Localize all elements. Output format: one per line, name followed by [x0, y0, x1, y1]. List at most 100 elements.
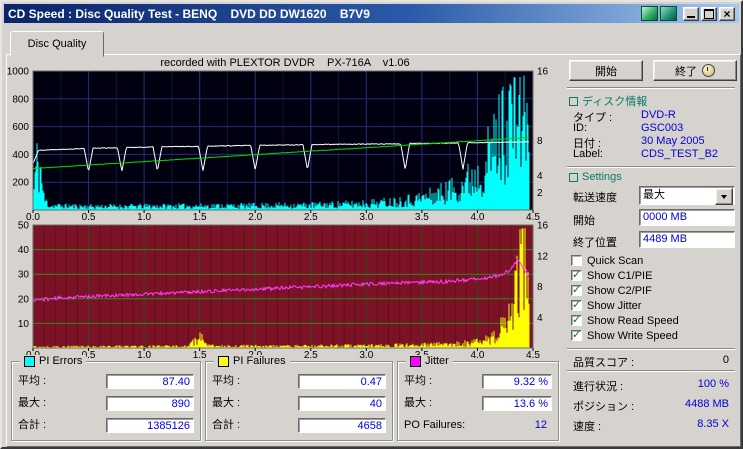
- svg-text:2.5: 2.5: [304, 350, 318, 361]
- maximize-button[interactable]: [701, 6, 717, 21]
- transfer-rate-select[interactable]: 最大: [639, 186, 735, 205]
- stat-row: 合計 : 1385126: [12, 418, 200, 440]
- speed-value: 8.35 X: [697, 418, 729, 430]
- titlebar-controls: ×: [641, 6, 735, 21]
- tab-disc-quality[interactable]: Disc Quality: [10, 31, 104, 57]
- chevron-down-icon: [721, 194, 727, 199]
- panel-title: Jitter: [425, 355, 449, 367]
- stat-row: 最大 : 40: [206, 396, 392, 418]
- svg-text:10: 10: [18, 319, 30, 330]
- graph-icon[interactable]: [641, 6, 658, 21]
- disc-icon[interactable]: [660, 6, 677, 21]
- checkbox-box[interactable]: [571, 313, 582, 326]
- stat-row: 平均 : 87.40: [12, 374, 200, 396]
- disc-info-header: ディスク情報: [569, 93, 647, 109]
- checkbox-box[interactable]: [571, 255, 582, 266]
- pi-failures-panel: PI Failures 平均 : 0.47 最大 : 40 合計 : 4658: [205, 355, 393, 441]
- start-position-field[interactable]: 0000 MB: [639, 209, 735, 226]
- jitter-panel: Jitter 平均 : 9.32 % 最大 : 13.6 % PO Failures…: [397, 355, 559, 441]
- pi-errors-panel: PI Errors 平均 : 87.40 最大 : 890 合計 : 1385126: [11, 355, 201, 441]
- disc-id-value: GSC003: [641, 122, 684, 134]
- maximize-icon: [704, 8, 714, 19]
- stat-label: 平均 :: [404, 375, 433, 387]
- exit-button[interactable]: 終了: [653, 60, 737, 81]
- stat-value: 1385126: [106, 418, 194, 433]
- close-icon: ×: [723, 6, 731, 21]
- checkbox-show-jitter[interactable]: Show Jitter: [571, 298, 641, 312]
- dropdown-button[interactable]: [715, 188, 733, 205]
- end-position-field[interactable]: 4489 MB: [639, 231, 735, 248]
- pi-errors-swatch: [24, 355, 35, 367]
- svg-text:12: 12: [537, 251, 549, 262]
- transfer-rate-value: 最大: [643, 189, 665, 201]
- speed-label: 速度 :: [573, 421, 602, 433]
- checkbox-box[interactable]: [571, 328, 582, 341]
- checkbox-quick-scan[interactable]: Quick Scan: [571, 254, 643, 267]
- panel-title: PI Failures: [233, 355, 286, 367]
- svg-text:400: 400: [12, 150, 29, 161]
- stat-row: 平均 : 9.32 %: [398, 374, 558, 396]
- start-button-label: 開始: [595, 65, 617, 78]
- section-icon: [569, 172, 578, 182]
- progress-label: 進行状況 :: [573, 381, 624, 393]
- stat-row: 最大 : 13.6 %: [398, 396, 558, 418]
- right-panel: 開始 終了 ディスク情報 タイプ : DVD-R ID: GSC003 日付 :…: [563, 55, 740, 446]
- stat-label: 合計 :: [212, 419, 241, 431]
- settings-header: Settings: [569, 171, 622, 183]
- quality-score-label: 品質スコア :: [573, 357, 635, 369]
- stat-label: 最大 :: [18, 397, 47, 409]
- jitter-swatch: [410, 355, 421, 367]
- progress-value: 100 %: [697, 378, 729, 390]
- svg-text:600: 600: [12, 122, 29, 133]
- start-position-label: 開始: [573, 215, 595, 227]
- start-button[interactable]: 開始: [569, 60, 643, 81]
- svg-text:8: 8: [537, 282, 543, 293]
- stat-value: 40: [298, 396, 386, 411]
- svg-text:200: 200: [12, 178, 29, 189]
- tab-label: Disc Quality: [27, 38, 87, 50]
- svg-text:4.5: 4.5: [526, 350, 540, 361]
- minimize-icon: [687, 16, 695, 18]
- quality-chart-bottom: 50403020101612840.00.51.01.52.02.53.03.5…: [18, 221, 549, 361]
- stat-value: 890: [106, 396, 194, 411]
- titlebar[interactable]: CD Speed : Disc Quality Test - BENQ DVD …: [4, 4, 739, 23]
- disc-label-label: Label:: [573, 148, 603, 160]
- section-icon: [569, 96, 578, 106]
- checkbox-show-c2-pif[interactable]: Show C2/PIF: [571, 283, 652, 297]
- quality-chart-top: 1000800600400200168420.0 0.5 1.0 1.5 2.0 2.5 3…: [7, 67, 549, 223]
- stat-value: 4658: [298, 418, 386, 433]
- panel-title: PI Errors: [39, 355, 83, 367]
- position-label: ポジション :: [573, 401, 635, 413]
- stat-label: 平均 :: [212, 375, 241, 387]
- close-button[interactable]: ×: [719, 6, 735, 21]
- svg-text:50: 50: [18, 221, 30, 232]
- stat-value: 87.40: [106, 374, 194, 389]
- checkbox-box[interactable]: [571, 298, 582, 311]
- checkbox-box[interactable]: [571, 268, 582, 281]
- checkbox-label: Show C1/PIE: [587, 269, 653, 282]
- stat-label: PO Failures:: [404, 419, 466, 431]
- po-failures-value: 12: [534, 419, 547, 431]
- stat-value: 13.6 %: [482, 396, 552, 411]
- checkbox-show-write-speed[interactable]: Show Write Speed: [571, 328, 678, 342]
- disc-date-value: 30 May 2005: [641, 135, 705, 147]
- checkbox-show-read-speed[interactable]: Show Read Speed: [571, 313, 679, 327]
- checkbox-box[interactable]: [571, 283, 582, 296]
- window-title: CD Speed : Disc Quality Test - BENQ DVD …: [8, 6, 370, 21]
- pi-failures-swatch: [218, 355, 229, 367]
- checkbox-show-c1-pie[interactable]: Show C1/PIE: [571, 268, 653, 282]
- end-position-label: 終了位置: [573, 237, 617, 249]
- separator: [567, 370, 735, 372]
- svg-text:1.5: 1.5: [193, 350, 207, 361]
- stat-row: 平均 : 0.47: [206, 374, 392, 396]
- svg-text:20: 20: [18, 294, 30, 305]
- position-value: 4488 MB: [684, 398, 729, 410]
- disc-label-value: CDS_TEST_B2: [641, 148, 719, 160]
- minimize-button[interactable]: [683, 6, 699, 21]
- app-window: CD Speed : Disc Quality Test - BENQ DVD …: [0, 0, 743, 449]
- svg-text:3.0: 3.0: [359, 350, 373, 361]
- svg-text:1000: 1000: [7, 67, 29, 78]
- separator: [567, 87, 735, 89]
- transfer-rate-label: 転送速度: [573, 192, 617, 204]
- checkbox-label: Show Read Speed: [587, 314, 679, 327]
